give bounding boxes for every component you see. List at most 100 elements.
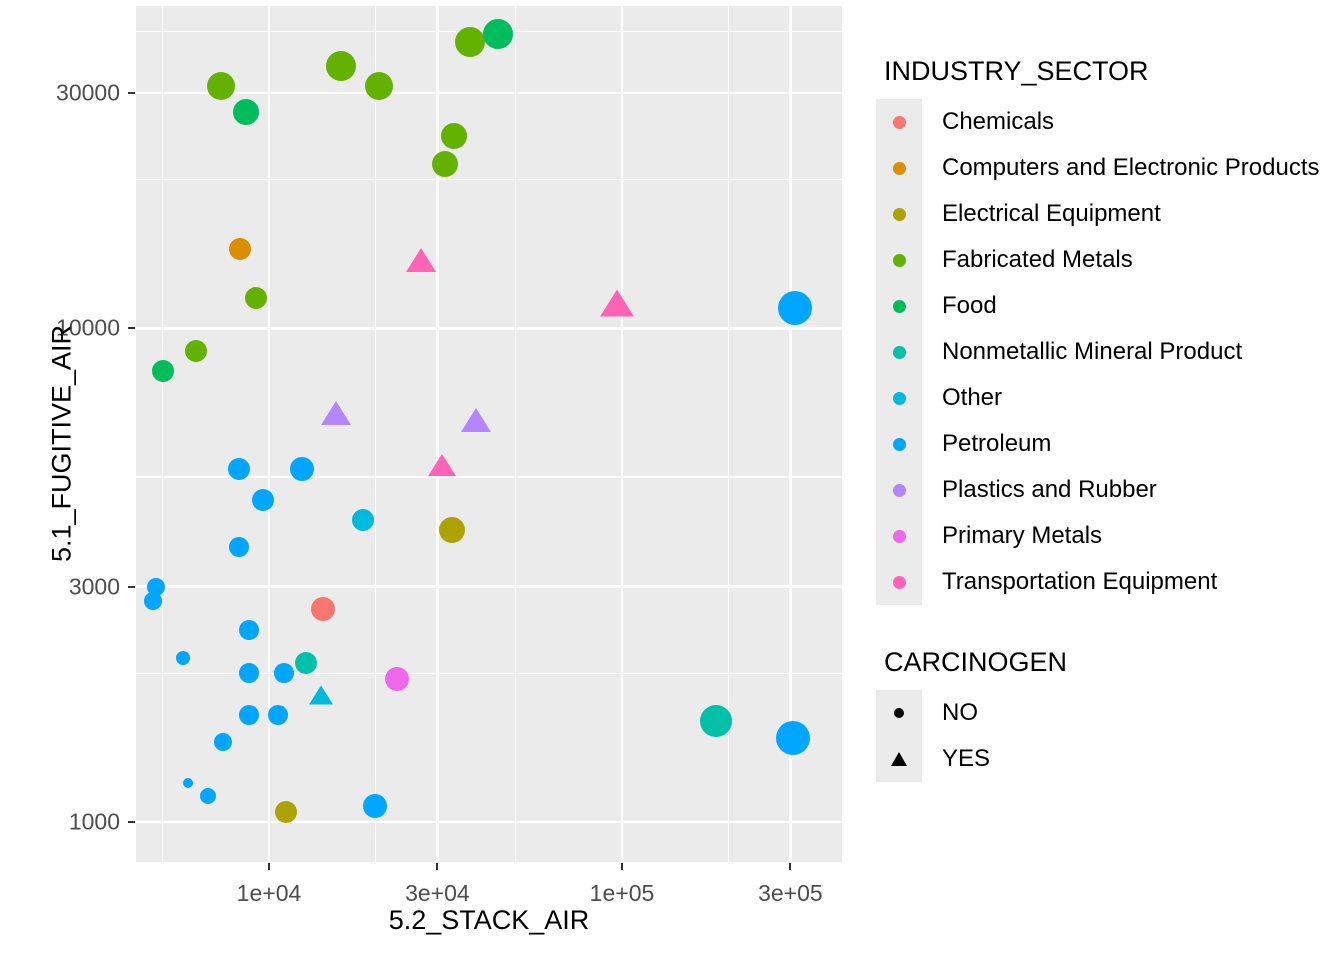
scatter-point bbox=[267, 704, 288, 725]
scatter-point bbox=[352, 508, 375, 531]
triangle-marker-icon bbox=[891, 752, 907, 766]
grid-line-minor-vertical bbox=[515, 6, 517, 862]
grid-line-major-vertical bbox=[436, 6, 439, 862]
chart-root: 30000 10000 3000 1000 1e+04 3e+04 1e+05 3e+05 … bbox=[0, 0, 1344, 960]
scatter-point bbox=[184, 340, 207, 363]
circle-marker-icon bbox=[892, 253, 906, 267]
circle-marker-icon bbox=[892, 483, 906, 497]
legend-key-swatch bbox=[876, 283, 922, 329]
y-axis-title: 5.1_FUGITIVE_AIR bbox=[46, 324, 77, 563]
scatter-point bbox=[144, 592, 163, 611]
legend-item-fabricated-metals[interactable]: Fabricated Metals bbox=[876, 237, 1336, 283]
scatter-point bbox=[600, 289, 635, 317]
scatter-point bbox=[321, 401, 352, 426]
x-axis-title: 5.2_STACK_AIR bbox=[388, 905, 590, 935]
grid-line-major-horizontal bbox=[136, 327, 842, 330]
x-tick-mark bbox=[267, 863, 270, 870]
legend-key-swatch bbox=[876, 421, 922, 467]
grid-line-minor-vertical bbox=[162, 6, 164, 862]
scatter-point bbox=[273, 663, 294, 684]
y-tick-mark bbox=[128, 327, 135, 330]
legend-item-food[interactable]: Food bbox=[876, 283, 1336, 329]
legend-key-swatch bbox=[876, 237, 922, 283]
scatter-point bbox=[428, 453, 457, 476]
grid-line-minor-horizontal bbox=[136, 179, 842, 181]
scatter-point bbox=[363, 793, 388, 818]
legend-item-transportation-equipment[interactable]: Transportation Equipment bbox=[876, 559, 1336, 605]
scatter-point bbox=[310, 597, 335, 622]
legend-item-carcinogen-no[interactable]: NO bbox=[876, 690, 1336, 736]
legend-item-petroleum[interactable]: Petroleum bbox=[876, 421, 1336, 467]
y-tick-mark bbox=[128, 585, 135, 588]
scatter-point bbox=[227, 457, 250, 480]
legend-key-swatch bbox=[876, 736, 922, 782]
legend-item-label: Electrical Equipment bbox=[942, 200, 1161, 227]
circle-marker-icon bbox=[894, 708, 904, 718]
x-tick-label: 3e+05 bbox=[758, 880, 823, 906]
grid-line-major-vertical bbox=[620, 6, 624, 862]
scatter-point bbox=[206, 71, 235, 100]
legend-item-chemicals[interactable]: Chemicals bbox=[876, 99, 1336, 145]
legend-item-primary-metals[interactable]: Primary Metals bbox=[876, 513, 1336, 559]
y-axis-title-wrap: 5.1_FUGITIVE_AIR bbox=[8, 0, 77, 856]
scatter-point bbox=[775, 721, 810, 755]
color-legend-title: INDUSTRY_SECTOR bbox=[884, 56, 1149, 86]
scatter-point bbox=[431, 151, 458, 178]
grid-line-major-horizontal bbox=[136, 820, 842, 824]
legend-item-label: NO bbox=[942, 699, 978, 726]
legend-item-label: Nonmetallic Mineral Product bbox=[942, 338, 1243, 365]
circle-marker-icon bbox=[892, 299, 906, 313]
legend-item-label: Primary Metals bbox=[942, 522, 1103, 549]
scatter-point bbox=[251, 488, 274, 511]
shape-legend-title: CARCINOGEN bbox=[884, 647, 1068, 677]
x-tick-label: 1e+04 bbox=[236, 880, 302, 906]
legend-item-nonmetallic-mineral-product[interactable]: Nonmetallic Mineral Product bbox=[876, 329, 1336, 375]
legend-key-swatch bbox=[876, 145, 922, 191]
x-tick-mark bbox=[789, 863, 792, 870]
color-legend: INDUSTRY_SECTOR Chemicals Computers and E… bbox=[876, 56, 1336, 605]
grid-line-major-horizontal bbox=[136, 585, 842, 588]
scatter-point bbox=[175, 650, 190, 665]
circle-marker-icon bbox=[892, 437, 906, 451]
legend-key-swatch bbox=[876, 191, 922, 237]
legend-item-computers-and-electronic-products[interactable]: Computers and Electronic Products bbox=[876, 145, 1336, 191]
scatter-point bbox=[289, 456, 314, 481]
grid-line-major-horizontal bbox=[136, 91, 842, 94]
legend-container: INDUSTRY_SECTOR Chemicals Computers and E… bbox=[876, 56, 1336, 782]
grid-line-minor-vertical bbox=[374, 6, 376, 862]
x-tick-label: 3e+04 bbox=[405, 880, 470, 906]
scatter-point bbox=[239, 704, 260, 725]
x-tick-mark bbox=[436, 863, 439, 870]
y-tick-mark bbox=[128, 821, 135, 824]
legend-key-swatch bbox=[876, 690, 922, 736]
circle-marker-icon bbox=[892, 207, 906, 221]
scatter-point bbox=[365, 71, 394, 100]
scatter-point bbox=[213, 733, 232, 752]
legend-item-label: Other bbox=[942, 384, 1003, 411]
circle-marker-icon bbox=[892, 161, 906, 175]
legend-item-label: Chemicals bbox=[942, 108, 1055, 135]
legend-item-label: YES bbox=[942, 745, 991, 772]
scatter-point bbox=[441, 123, 468, 150]
grid-line-major-vertical bbox=[267, 6, 271, 862]
legend-item-plastics-and-rubber[interactable]: Plastics and Rubber bbox=[876, 467, 1336, 513]
legend-key-swatch bbox=[876, 375, 922, 421]
color-legend-items: Chemicals Computers and Electronic Produc… bbox=[876, 99, 1336, 605]
y-tick-mark bbox=[128, 91, 135, 94]
scatter-point bbox=[460, 408, 491, 433]
scatter-point bbox=[439, 517, 466, 544]
plot-panel bbox=[136, 6, 842, 862]
grid-line-minor-vertical bbox=[727, 6, 729, 862]
scatter-point bbox=[778, 291, 813, 325]
circle-marker-icon bbox=[892, 575, 906, 589]
legend-item-carcinogen-yes[interactable]: YES bbox=[876, 736, 1336, 782]
scatter-point bbox=[275, 800, 298, 823]
legend-item-other[interactable]: Other bbox=[876, 375, 1336, 421]
scatter-point bbox=[151, 359, 174, 382]
shape-legend-items: NO YES bbox=[876, 690, 1336, 782]
legend-key-swatch bbox=[876, 99, 922, 145]
scatter-point bbox=[406, 248, 437, 273]
legend-item-label: Food bbox=[942, 292, 997, 319]
legend-item-label: Plastics and Rubber bbox=[942, 476, 1157, 503]
legend-item-electrical-equipment[interactable]: Electrical Equipment bbox=[876, 191, 1336, 237]
